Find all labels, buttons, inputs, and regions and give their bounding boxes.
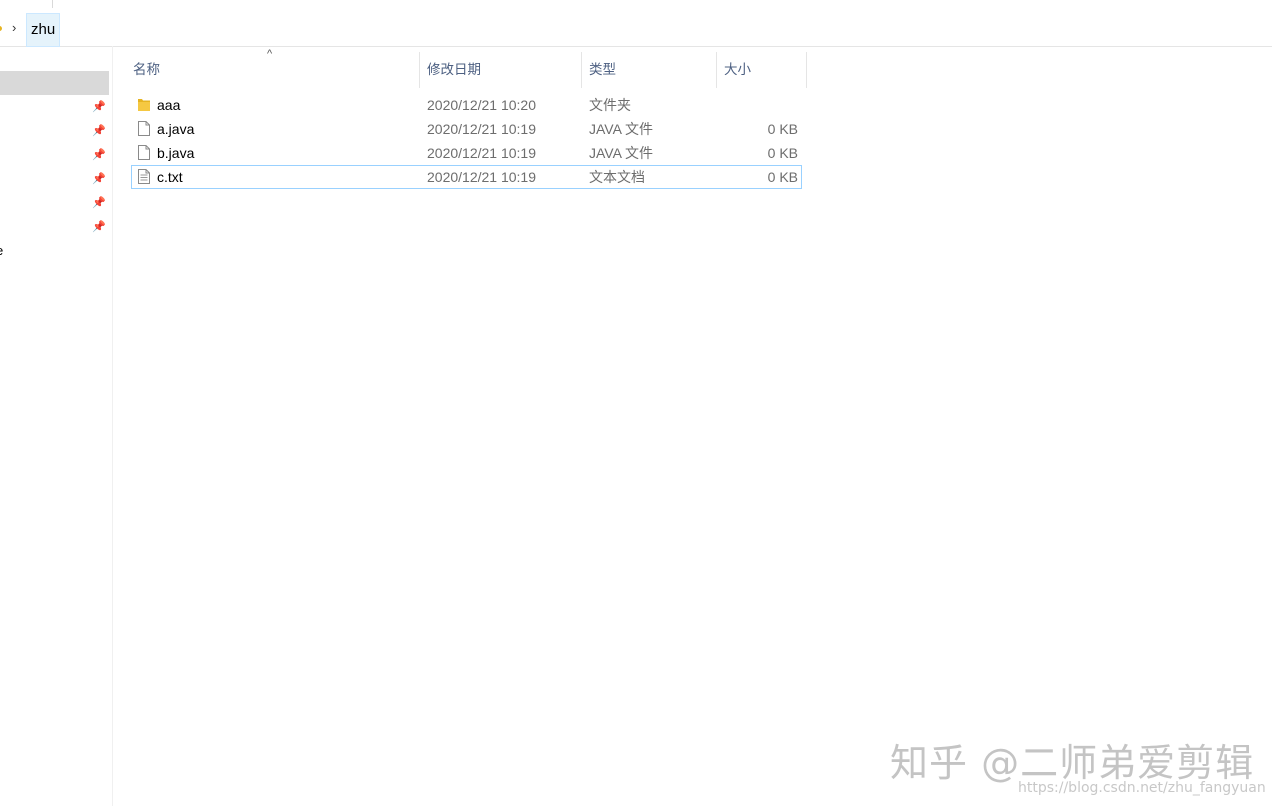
- file-date: 2020/12/21 10:19: [427, 121, 536, 137]
- file-name[interactable]: c.txt: [157, 165, 183, 189]
- file-type: JAVA 文件: [589, 145, 654, 161]
- pin-icon[interactable]: 📌: [92, 125, 106, 137]
- text-file-icon: [138, 169, 150, 184]
- file-icon: [138, 145, 150, 160]
- folder-icon: [0, 26, 2, 31]
- nav-item-label[interactable]: e: [0, 243, 3, 258]
- pin-icon[interactable]: 📌: [92, 221, 106, 233]
- file-row[interactable]: c.txt 2020/12/21 10:19 文本文档 0 KB: [131, 165, 802, 189]
- pin-icon[interactable]: 📌: [92, 173, 106, 185]
- file-row[interactable]: b.java 2020/12/21 10:19 JAVA 文件 0 KB: [131, 141, 802, 165]
- divider: [52, 0, 53, 8]
- file-type: 文件夹: [589, 97, 631, 113]
- file-date: 2020/12/21 10:19: [427, 145, 536, 161]
- file-size: 0 KB: [767, 169, 798, 185]
- file-date: 2020/12/21 10:20: [427, 97, 536, 113]
- chevron-right-icon[interactable]: ›: [12, 20, 16, 35]
- column-divider[interactable]: [806, 52, 807, 88]
- file-icon: [138, 121, 150, 136]
- file-size: 0 KB: [767, 145, 798, 161]
- navigation-pane: 📌 📌 📌 📌 📌 📌 e: [0, 46, 113, 806]
- file-date: 2020/12/21 10:19: [427, 169, 536, 185]
- pin-icon[interactable]: 📌: [92, 101, 106, 113]
- pin-icon[interactable]: 📌: [92, 197, 106, 209]
- breadcrumb-zhu[interactable]: zhu: [26, 13, 61, 47]
- folder-icon: [138, 99, 150, 111]
- watermark-csdn: https://blog.csdn.net/zhu_fangyuan: [1018, 780, 1266, 796]
- column-header-date[interactable]: 修改日期: [420, 52, 581, 88]
- column-header-size[interactable]: 大小: [717, 52, 806, 88]
- watermark-zhihu: 知乎 @二师弟爱剪辑: [890, 741, 1255, 785]
- file-type: JAVA 文件: [589, 121, 654, 137]
- column-header-name[interactable]: 名称: [126, 52, 419, 88]
- file-row[interactable]: a.java 2020/12/21 10:19 JAVA 文件 0 KB: [131, 117, 802, 141]
- column-header-type[interactable]: 类型: [582, 52, 716, 88]
- address-bar[interactable]: › zhu: [0, 12, 1272, 47]
- file-type: 文本文档: [589, 169, 645, 185]
- file-size: 0 KB: [767, 121, 798, 137]
- file-name[interactable]: a.java: [157, 117, 194, 141]
- file-row[interactable]: aaa 2020/12/21 10:20 文件夹: [131, 93, 802, 117]
- nav-selected-item[interactable]: [0, 71, 109, 95]
- file-name[interactable]: b.java: [157, 141, 194, 165]
- pin-icon[interactable]: 📌: [92, 149, 106, 161]
- file-name[interactable]: aaa: [157, 93, 180, 117]
